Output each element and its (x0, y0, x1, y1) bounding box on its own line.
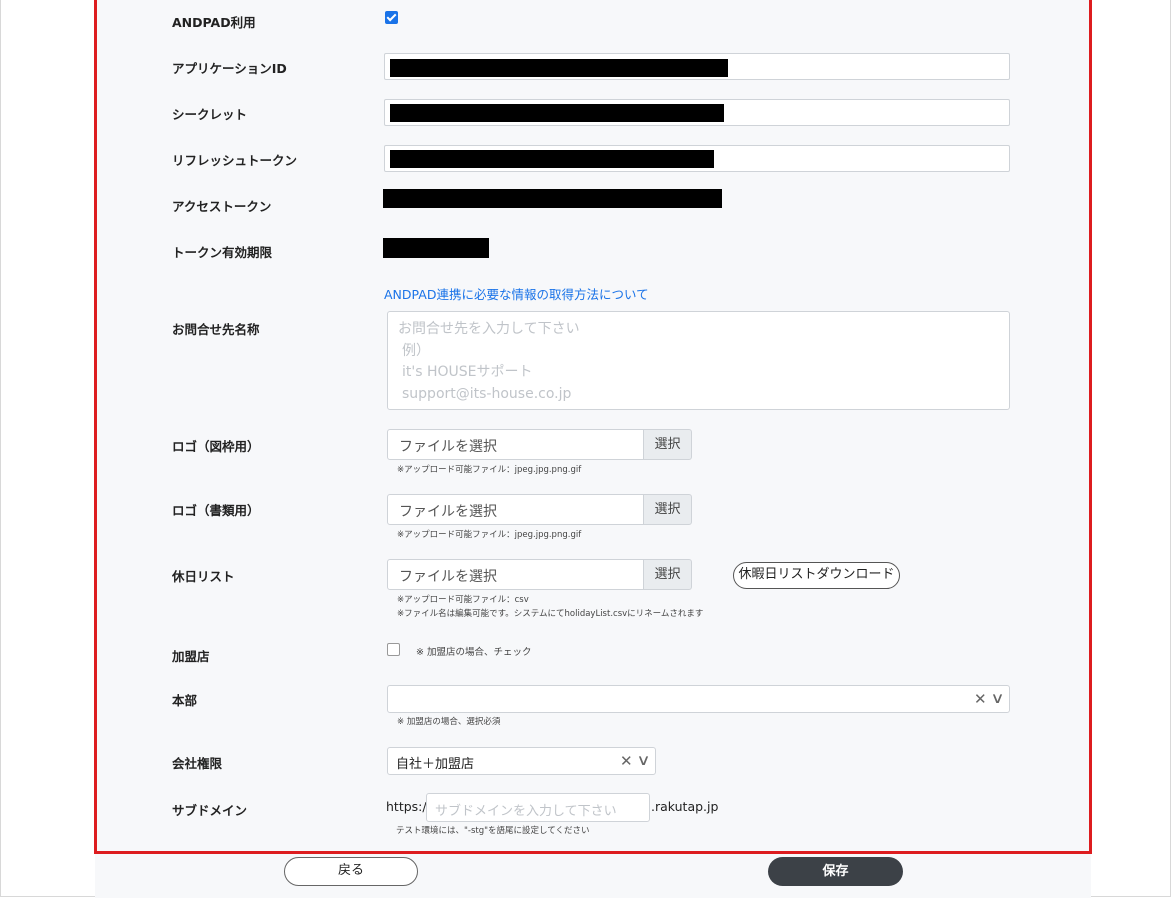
back-button[interactable]: 戻る (284, 857, 418, 886)
highlight-frame (94, 0, 1092, 854)
save-button[interactable]: 保存 (768, 857, 903, 886)
